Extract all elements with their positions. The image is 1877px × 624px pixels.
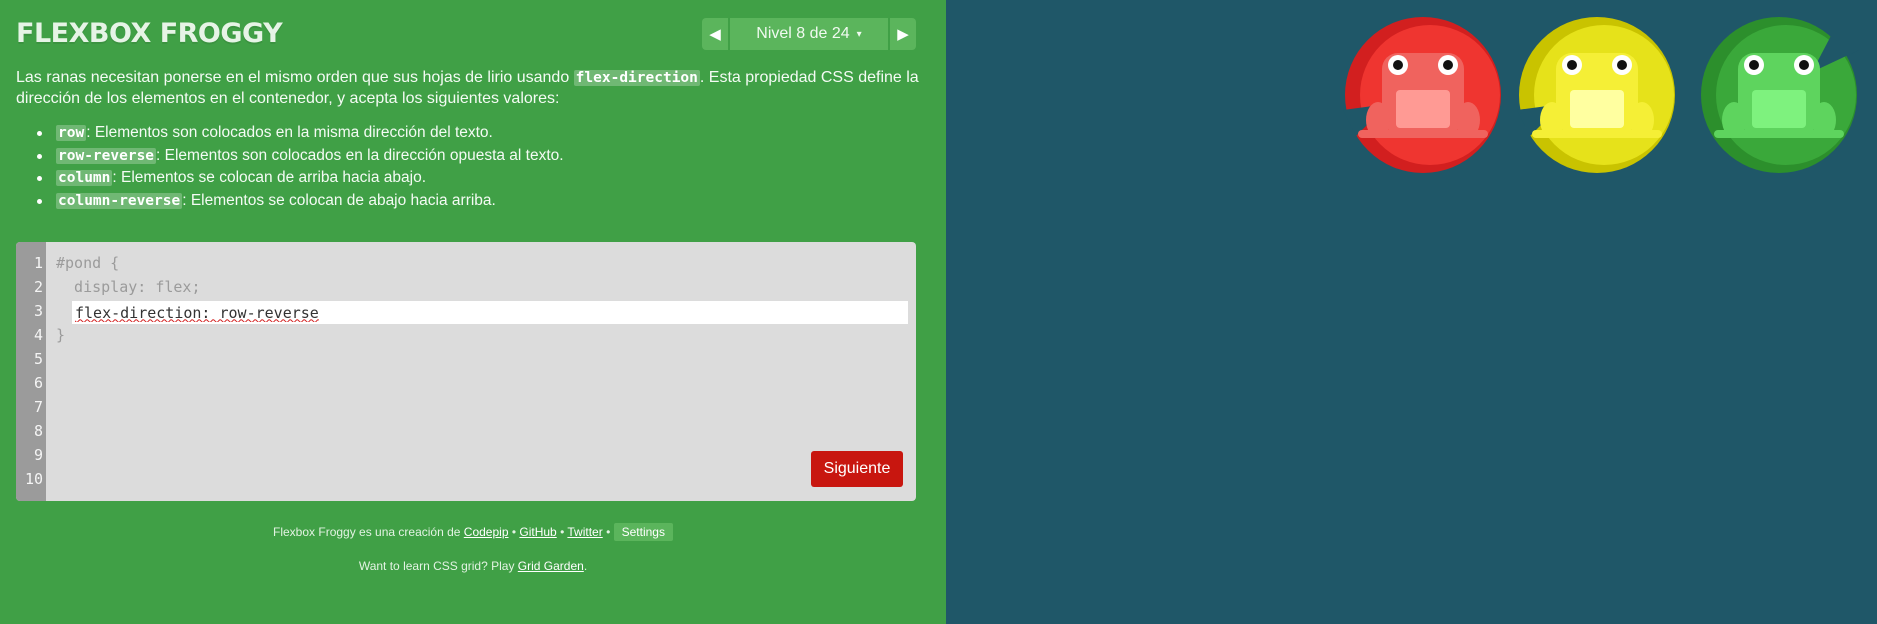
previous-level-button[interactable]: ◀ xyxy=(702,18,728,50)
instructions-intro: Las ranas necesitan ponerse en el mismo … xyxy=(16,69,574,86)
promo-end: . xyxy=(583,559,588,573)
value-description: : Elementos son colocados en la direcció… xyxy=(156,146,564,164)
codepip-link[interactable]: Codepip xyxy=(464,525,509,539)
list-item: row: Elementos son colocados en la misma… xyxy=(36,122,564,145)
separator: • xyxy=(556,525,568,539)
css-answer-input[interactable] xyxy=(72,301,908,324)
red-frog-on-lilypad xyxy=(1343,17,1501,173)
value-code: column-reverse xyxy=(56,192,183,209)
app-title: FLEXBOX FROGGY xyxy=(16,18,283,49)
line-number: 10 xyxy=(24,470,43,488)
value-description: : Elementos se colocan de abajo hacia ar… xyxy=(182,191,496,209)
triangle-right-icon: ▶ xyxy=(897,26,909,43)
frog-pupil xyxy=(1749,60,1759,70)
property-code: flex-direction xyxy=(573,70,700,86)
line-number: 4 xyxy=(33,326,43,344)
code-line-close: } xyxy=(56,326,66,344)
line-number: 9 xyxy=(33,446,43,464)
level-label: Nivel 8 de 24 xyxy=(756,25,850,42)
next-button[interactable]: Siguiente xyxy=(811,451,903,487)
github-link[interactable]: GitHub xyxy=(519,525,556,539)
list-item: column: Elementos se colocan de arriba h… xyxy=(36,167,564,190)
yellow-frog-on-lilypad xyxy=(1517,17,1675,173)
line-number: 7 xyxy=(33,398,43,416)
value-code: row-reverse xyxy=(56,147,157,164)
frog-pupil xyxy=(1443,60,1453,70)
green-frog-on-lilypad xyxy=(1701,17,1859,173)
code-editor: 1 2 3 4 5 6 7 8 9 10 #pond { display: fl… xyxy=(16,242,916,501)
grid-garden-link[interactable]: Grid Garden xyxy=(518,559,584,573)
promo-text: Want to learn CSS grid? Play xyxy=(358,559,518,573)
list-item: column-reverse: Elementos se colocan de … xyxy=(36,190,564,213)
value-code: column xyxy=(56,170,113,186)
values-list: row: Elementos son colocados en la misma… xyxy=(36,122,564,212)
triangle-left-icon: ◀ xyxy=(709,26,721,43)
value-description: : Elementos son colocados en la misma di… xyxy=(86,124,493,141)
value-code: row xyxy=(56,125,87,141)
line-number-gutter: 1 2 3 4 5 6 7 8 9 10 xyxy=(16,242,46,501)
grid-garden-promo: Want to learn CSS grid? Play Grid Garden… xyxy=(0,559,946,573)
pond xyxy=(946,0,1877,624)
frog-pupil xyxy=(1617,60,1627,70)
frog-pupil xyxy=(1567,60,1577,70)
value-description: : Elementos se colocan de arriba hacia a… xyxy=(112,169,427,186)
line-number: 8 xyxy=(33,422,43,440)
instructions-text: Las ranas necesitan ponerse en el mismo … xyxy=(16,68,920,108)
caret-down-icon: ▾ xyxy=(856,28,862,40)
line-number: 1 xyxy=(33,254,43,272)
code-line-selector: #pond { xyxy=(56,254,120,272)
line-number: 3 xyxy=(33,302,43,320)
next-level-button[interactable]: ▶ xyxy=(890,18,916,50)
line-number: 6 xyxy=(33,374,43,392)
instructions-panel: FLEXBOX FROGGY ◀ Nivel 8 de 24 ▾ ▶ Las r… xyxy=(0,0,946,624)
credits: Flexbox Froggy es una creación de Codepi… xyxy=(0,523,946,541)
line-number: 5 xyxy=(33,350,43,368)
list-item: row-reverse: Elementos son colocados en … xyxy=(36,145,564,168)
level-navigation: ◀ Nivel 8 de 24 ▾ ▶ xyxy=(702,18,916,50)
separator: • xyxy=(602,525,614,539)
settings-button[interactable]: Settings xyxy=(613,523,673,541)
separator: • xyxy=(508,525,520,539)
frog-pupil xyxy=(1799,60,1809,70)
line-number: 2 xyxy=(33,278,43,296)
code-line-display: display: flex; xyxy=(56,278,201,296)
level-indicator[interactable]: Nivel 8 de 24 ▾ xyxy=(730,18,888,50)
twitter-link[interactable]: Twitter xyxy=(567,525,602,539)
credit-text: Flexbox Froggy es una creación de xyxy=(273,525,464,539)
frog-pupil xyxy=(1393,60,1403,70)
